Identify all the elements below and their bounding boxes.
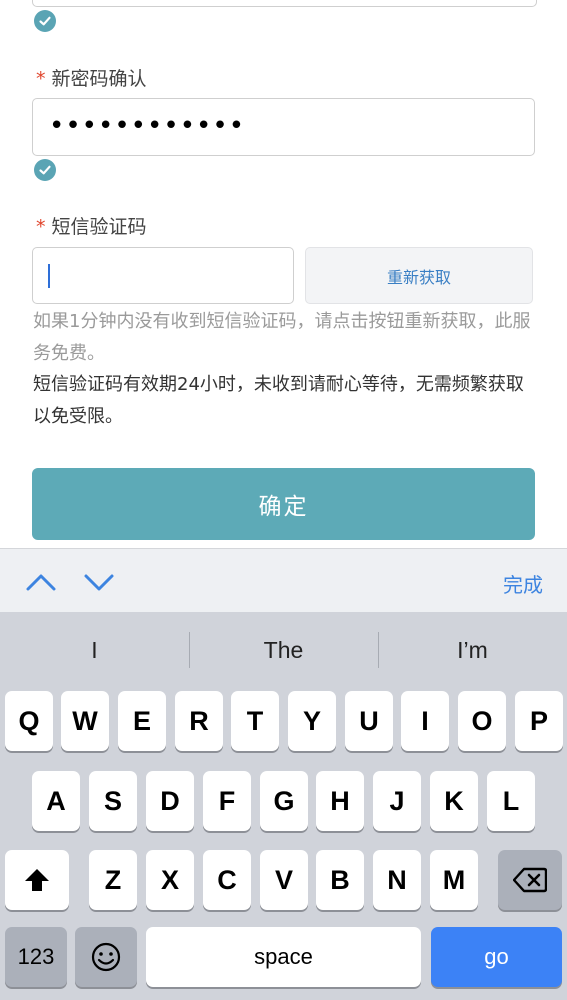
key-y[interactable]: Y (288, 691, 336, 751)
validity-hint: 短信验证码有效期24小时，未收到请耐心等待，无需频繁获取以免受限。 (33, 374, 524, 427)
previous-field-chevron-up-icon[interactable] (24, 567, 58, 597)
key-k[interactable]: K (430, 771, 478, 831)
label-text: 短信验证码 (51, 216, 147, 238)
new-password-confirm-label: * 新密码确认 (36, 64, 147, 91)
shift-key[interactable] (5, 850, 69, 910)
emoji-key[interactable] (75, 927, 137, 987)
required-mark: * (36, 68, 46, 90)
key-t[interactable]: T (231, 691, 279, 751)
sms-code-input[interactable] (32, 247, 294, 304)
resend-code-button[interactable]: 重新获取 (305, 247, 533, 304)
key-i[interactable]: I (401, 691, 449, 751)
suggestion-2[interactable]: The (189, 626, 378, 674)
key-v[interactable]: V (260, 850, 308, 910)
key-e[interactable]: E (118, 691, 166, 751)
numbers-key[interactable]: 123 (5, 927, 67, 987)
resend-hint: 如果1分钟内没有收到短信验证码，请点击按钮重新获取，此服务免费。 (33, 311, 531, 364)
key-s[interactable]: S (89, 771, 137, 831)
key-g[interactable]: G (260, 771, 308, 831)
space-key[interactable]: space (146, 927, 421, 987)
key-j[interactable]: J (373, 771, 421, 831)
valid-check-icon (34, 10, 56, 32)
text-cursor (48, 264, 50, 288)
key-p[interactable]: P (515, 691, 563, 751)
key-c[interactable]: C (203, 850, 251, 910)
label-text: 新密码确认 (51, 68, 147, 90)
go-key[interactable]: go (431, 927, 562, 987)
backspace-icon (513, 867, 547, 893)
next-field-chevron-down-icon[interactable] (82, 567, 116, 597)
key-m[interactable]: M (430, 850, 478, 910)
key-o[interactable]: O (458, 691, 506, 751)
key-l[interactable]: L (487, 771, 535, 831)
resend-label: 重新获取 (386, 267, 451, 287)
suggestion-1[interactable]: I (0, 626, 189, 674)
key-r[interactable]: R (175, 691, 223, 751)
sms-code-label: * 短信验证码 (36, 212, 147, 239)
key-f[interactable]: F (203, 771, 251, 831)
shift-arrow-icon (25, 869, 49, 891)
key-n[interactable]: N (373, 850, 421, 910)
backspace-key[interactable] (498, 850, 562, 910)
required-mark: * (36, 216, 46, 238)
key-a[interactable]: A (32, 771, 80, 831)
valid-check-icon (34, 159, 56, 181)
confirm-label: 确定 (258, 494, 309, 520)
key-x[interactable]: X (146, 850, 194, 910)
confirm-button[interactable]: 确定 (32, 468, 535, 540)
key-d[interactable]: D (146, 771, 194, 831)
key-z[interactable]: Z (89, 850, 137, 910)
key-u[interactable]: U (345, 691, 393, 751)
key-b[interactable]: B (316, 850, 364, 910)
suggestion-3[interactable]: I’m (378, 626, 567, 674)
done-button[interactable]: 完成 (503, 569, 543, 598)
prev-input-edge (32, 0, 537, 7)
new-password-confirm-input[interactable]: •••••••••••• (32, 98, 535, 156)
password-dots: •••••••••••• (49, 111, 246, 141)
key-q[interactable]: Q (5, 691, 53, 751)
emoji-smiley-icon (91, 942, 121, 972)
key-w[interactable]: W (61, 691, 109, 751)
key-h[interactable]: H (316, 771, 364, 831)
keyboard-accessory-bar: 完成 (0, 548, 567, 613)
